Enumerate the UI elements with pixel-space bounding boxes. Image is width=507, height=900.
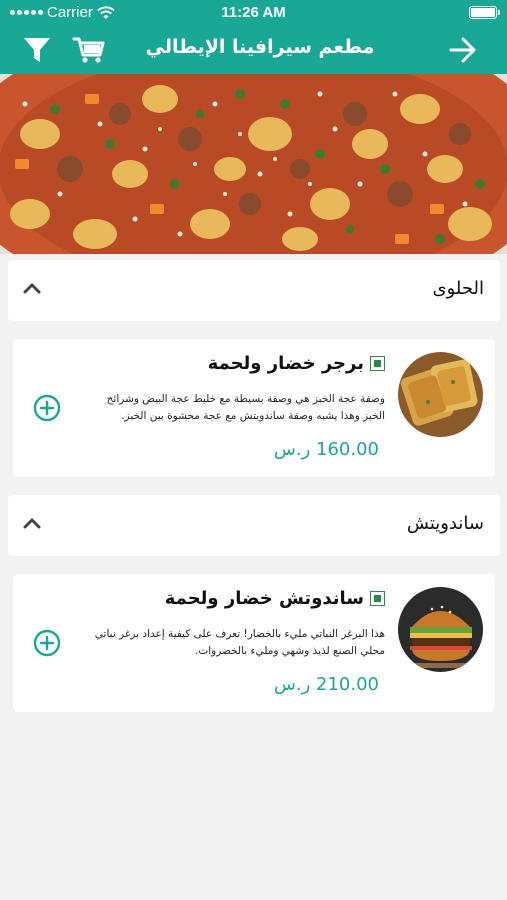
item-name: ساندوتش خضار ولحمة bbox=[165, 588, 385, 609]
restaurant-title: مطعم سيرافينا الإيطالي bbox=[145, 36, 375, 58]
item-price: 210.00 ر.س bbox=[273, 674, 379, 695]
item-image bbox=[398, 587, 483, 672]
back-arrow-icon[interactable] bbox=[448, 36, 478, 64]
category-title: الحلوى bbox=[432, 278, 484, 299]
item-name: برجر خضار ولحمة bbox=[208, 353, 385, 374]
add-to-cart-icon[interactable] bbox=[33, 629, 61, 657]
hero-food-image bbox=[0, 74, 507, 254]
menu-item-card[interactable]: برجر خضار ولحمة وصفة عجة الخبز هي وصفة ب… bbox=[13, 339, 495, 477]
filter-icon[interactable] bbox=[22, 35, 52, 65]
item-description: وصفة عجة الخبز هي وصفة بسيطة مع خليط عجة… bbox=[106, 393, 385, 422]
item-name-text: ساندوتش خضار ولحمة bbox=[164, 588, 364, 609]
status-bar: Carrier 11:26 AM bbox=[0, 0, 507, 26]
chevron-up-icon[interactable] bbox=[23, 282, 41, 294]
item-price: 160.00 ر.س bbox=[273, 439, 379, 460]
add-to-cart-icon[interactable] bbox=[33, 394, 61, 422]
item-description: هذا البرغر النباتي مليء بالخضار! تعرف عل… bbox=[94, 628, 385, 657]
veg-indicator-icon bbox=[370, 591, 385, 606]
category-header-desserts[interactable]: الحلوى bbox=[8, 260, 500, 321]
item-image bbox=[398, 352, 483, 437]
menu-item-card[interactable]: ساندوتش خضار ولحمة هذا البرغر النباتي مل… bbox=[13, 574, 495, 712]
category-header-sandwich[interactable]: ساندويتش bbox=[8, 495, 500, 556]
veg-indicator-icon bbox=[370, 356, 385, 371]
nav-bar: مطعم سيرافينا الإيطالي bbox=[0, 26, 507, 74]
battery-icon bbox=[469, 6, 500, 19]
item-name-text: برجر خضار ولحمة bbox=[207, 353, 364, 374]
status-time: 11:26 AM bbox=[221, 4, 286, 21]
chevron-up-icon[interactable] bbox=[23, 517, 41, 529]
category-title: ساندويتش bbox=[406, 513, 484, 534]
cart-icon[interactable] bbox=[72, 35, 106, 65]
